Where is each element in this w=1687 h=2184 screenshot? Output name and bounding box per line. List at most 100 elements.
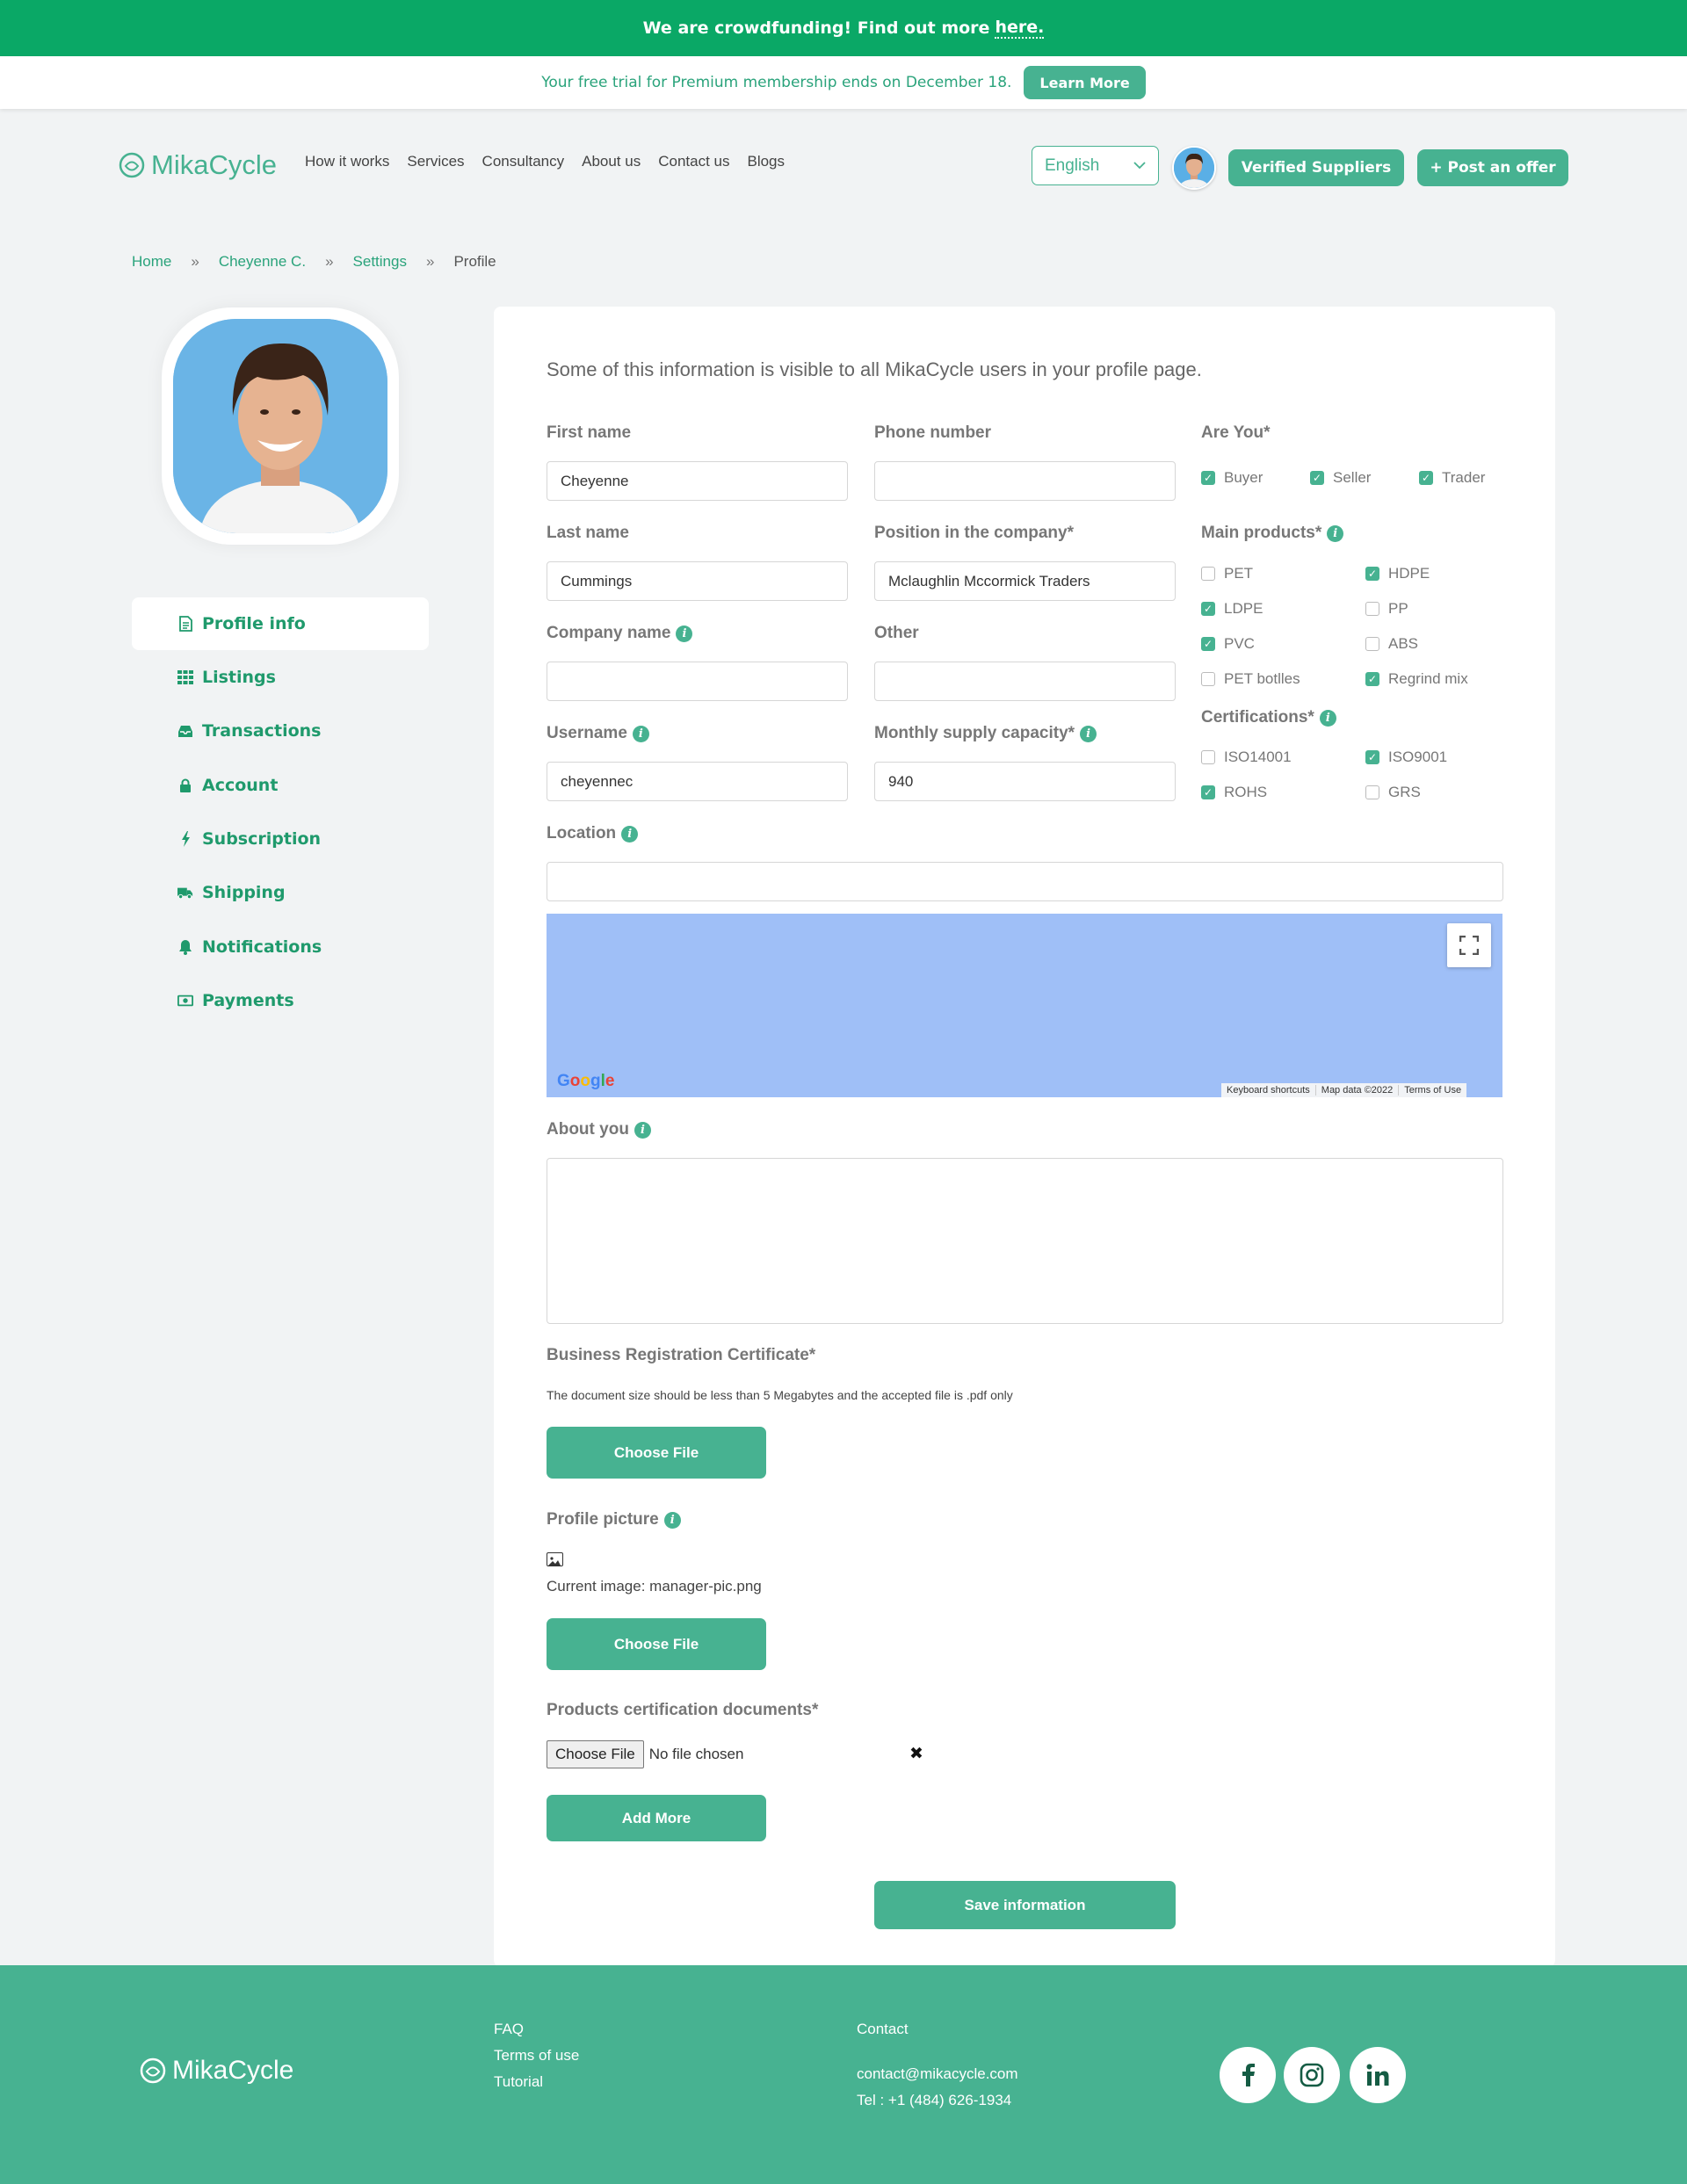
sidebar-item-profile-info[interactable]: Profile info xyxy=(132,597,429,650)
checkbox-ldpe[interactable]: ✓ LDPE xyxy=(1201,600,1263,618)
last-name-input[interactable]: Cummings xyxy=(547,561,848,601)
check-icon: ✓ xyxy=(1310,471,1324,485)
breadcrumb-home[interactable]: Home xyxy=(132,253,171,271)
breadcrumb-settings[interactable]: Settings xyxy=(353,253,407,271)
checkbox-pet-bottles[interactable]: PET botlles xyxy=(1201,670,1300,688)
checkbox-iso14001[interactable]: ISO14001 xyxy=(1201,748,1292,766)
checkbox-pet[interactable]: PET xyxy=(1201,565,1253,582)
last-name-label: Last name xyxy=(547,524,629,543)
footer-logo[interactable]: MikaCycle xyxy=(139,2056,293,2086)
checkbox-label: GRS xyxy=(1388,784,1421,800)
phone-input[interactable] xyxy=(874,461,1176,501)
map-fullscreen-button[interactable] xyxy=(1447,923,1491,967)
nav-consultancy[interactable]: Consultancy xyxy=(482,153,565,170)
info-icon[interactable]: i xyxy=(676,625,693,642)
nav-blogs[interactable]: Blogs xyxy=(747,153,785,170)
fullscreen-icon xyxy=(1459,936,1479,955)
language-select[interactable]: English xyxy=(1032,146,1159,185)
check-icon: ✓ xyxy=(1365,750,1379,764)
footer-link-tutorial[interactable]: Tutorial xyxy=(494,2073,543,2091)
sidebar-item-shipping[interactable]: Shipping xyxy=(132,866,429,919)
verified-suppliers-button[interactable]: Verified Suppliers xyxy=(1228,149,1404,186)
location-map[interactable] xyxy=(547,914,1502,1097)
linkedin-icon[interactable] xyxy=(1350,2047,1406,2103)
nav-contact-us[interactable]: Contact us xyxy=(658,153,729,170)
footer-link-faq[interactable]: FAQ xyxy=(494,2021,524,2038)
nav-how-it-works[interactable]: How it works xyxy=(305,153,389,170)
sidebar-item-payments[interactable]: Payments xyxy=(132,974,429,1027)
google-logo: Google xyxy=(557,1072,615,1090)
checkbox-rohs[interactable]: ✓ ROHS xyxy=(1201,784,1267,801)
location-label: Location i xyxy=(547,824,639,843)
instagram-icon[interactable] xyxy=(1284,2047,1340,2103)
crowdfunding-link[interactable]: here. xyxy=(995,18,1045,39)
location-input[interactable] xyxy=(547,862,1503,901)
logo-text: MikaCycle xyxy=(151,149,277,180)
trial-banner: Your free trial for Premium membership e… xyxy=(0,56,1687,109)
post-offer-button[interactable]: + Post an offer xyxy=(1417,149,1568,186)
sidebar-item-notifications[interactable]: Notifications xyxy=(132,921,429,973)
bolt-icon xyxy=(177,831,193,847)
info-icon[interactable]: i xyxy=(632,725,649,742)
check-icon: ✓ xyxy=(1365,567,1379,581)
checkbox-pvc[interactable]: ✓ PVC xyxy=(1201,635,1255,653)
checkbox-label: PVC xyxy=(1224,635,1255,652)
username-input[interactable]: cheyennec xyxy=(547,762,848,801)
map-terms-link[interactable]: Terms of Use xyxy=(1399,1085,1466,1096)
footer-logo-text: MikaCycle xyxy=(172,2056,294,2085)
avatar-image xyxy=(1174,148,1214,188)
first-name-input[interactable]: Cheyenne xyxy=(547,461,848,501)
map-keyboard-shortcuts[interactable]: Keyboard shortcuts xyxy=(1221,1085,1316,1096)
checkbox-buyer[interactable]: ✓ Buyer xyxy=(1201,469,1263,487)
cert-docs-file-input[interactable]: Choose File No file chosen xyxy=(547,1740,743,1768)
checkbox-pp[interactable]: PP xyxy=(1365,600,1408,618)
logo[interactable]: MikaCycle xyxy=(118,148,277,183)
profile-picture-choose-file-button[interactable]: Choose File xyxy=(547,1618,766,1670)
checkbox-abs[interactable]: ABS xyxy=(1365,635,1418,653)
checkbox-regrind-mix[interactable]: ✓ Regrind mix xyxy=(1365,670,1468,688)
info-icon[interactable]: i xyxy=(663,1511,681,1529)
brc-choose-file-button[interactable]: Choose File xyxy=(547,1427,766,1479)
checkbox-hdpe[interactable]: ✓ HDPE xyxy=(1365,565,1430,582)
checkbox-grs[interactable]: GRS xyxy=(1365,784,1421,801)
sidebar-item-transactions[interactable]: Transactions xyxy=(132,705,429,757)
footer-link-terms[interactable]: Terms of use xyxy=(494,2047,579,2065)
checkbox-label: PET botlles xyxy=(1224,670,1300,687)
info-icon[interactable]: i xyxy=(1327,524,1344,542)
checkbox-iso9001[interactable]: ✓ ISO9001 xyxy=(1365,748,1447,766)
user-avatar[interactable] xyxy=(1172,146,1216,190)
sidebar-item-subscription[interactable]: Subscription xyxy=(132,813,429,865)
position-input[interactable]: Mclaughlin Mccormick Traders xyxy=(874,561,1176,601)
footer-email[interactable]: contact@mikacycle.com xyxy=(857,2065,1018,2083)
learn-more-button[interactable]: Learn More xyxy=(1024,66,1146,99)
facebook-icon[interactable] xyxy=(1220,2047,1276,2103)
lock-icon xyxy=(177,778,193,793)
checkbox-label: Buyer xyxy=(1224,469,1263,486)
footer-tel: Tel : +1 (484) 626-1934 xyxy=(857,2092,1012,2108)
main-products-label-text: Main products* xyxy=(1201,524,1322,542)
remove-file-icon[interactable]: ✖ xyxy=(909,1744,923,1763)
profile-photo-image xyxy=(173,319,387,533)
native-choose-file-button[interactable]: Choose File xyxy=(547,1740,644,1768)
breadcrumb-user[interactable]: Cheyenne C. xyxy=(219,253,306,271)
other-label: Other xyxy=(874,624,919,643)
add-more-button[interactable]: Add More xyxy=(547,1795,766,1841)
sidebar-item-listings[interactable]: Listings xyxy=(132,651,429,704)
other-input[interactable] xyxy=(874,662,1176,701)
company-name-input[interactable] xyxy=(547,662,848,701)
checkbox-label: Seller xyxy=(1333,469,1372,486)
info-icon[interactable]: i xyxy=(1080,725,1097,742)
info-icon[interactable]: i xyxy=(1319,709,1336,727)
about-textarea[interactable] xyxy=(547,1158,1503,1324)
nav-services[interactable]: Services xyxy=(407,153,464,170)
sidebar-item-account[interactable]: Account xyxy=(132,759,429,812)
cert-docs-label-text: Products certification documents* xyxy=(547,1701,819,1719)
checkbox-seller[interactable]: ✓ Seller xyxy=(1310,469,1371,487)
checkbox-trader[interactable]: ✓ Trader xyxy=(1419,469,1485,487)
info-icon[interactable]: i xyxy=(634,1121,651,1139)
save-information-button[interactable]: Save information xyxy=(874,1881,1176,1929)
nav-about-us[interactable]: About us xyxy=(582,153,641,170)
info-icon[interactable]: i xyxy=(621,825,639,843)
capacity-input[interactable]: 940 xyxy=(874,762,1176,801)
current-image-text: Current image: manager-pic.png xyxy=(547,1578,762,1595)
